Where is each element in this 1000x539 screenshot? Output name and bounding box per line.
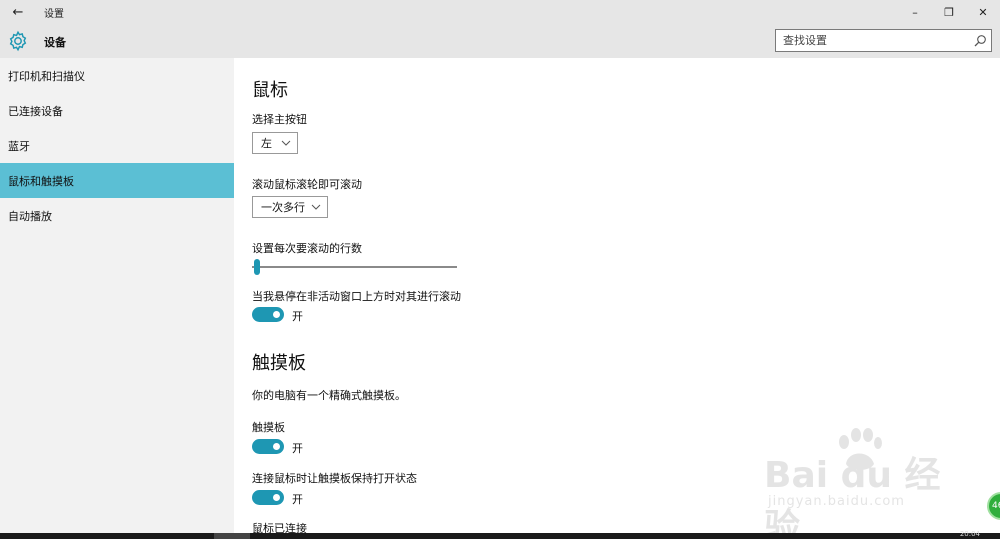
inactive-scroll-toggle[interactable]	[252, 307, 284, 322]
sidebar-item-label: 自动播放	[8, 209, 52, 223]
inactive-scroll-label: 当我悬停在非活动窗口上方时对其进行滚动	[252, 290, 461, 303]
touchpad-heading: 触摸板	[252, 353, 306, 374]
scroll-label: 滚动鼠标滚轮即可滚动	[252, 178, 362, 191]
dropdown-value: 一次多行	[261, 201, 305, 214]
slider-thumb[interactable]	[253, 259, 260, 275]
restore-button[interactable]: ❐	[932, 0, 966, 24]
toggle-knob	[273, 443, 280, 450]
sidebar-item-bluetooth[interactable]: 蓝牙	[0, 128, 234, 163]
sidebar-item-autoplay[interactable]: 自动播放	[0, 198, 234, 233]
lines-slider[interactable]	[252, 258, 457, 276]
search-input[interactable]	[776, 30, 966, 51]
sidebar-item-label: 蓝牙	[8, 139, 30, 153]
sidebar-item-printers[interactable]: 打印机和扫描仪	[0, 58, 234, 93]
toggle-knob	[273, 311, 280, 318]
minimize-button[interactable]: –	[898, 0, 932, 24]
taskbar-app-button[interactable]	[214, 533, 250, 539]
badge-text: 46	[992, 501, 1000, 511]
sidebar-item-label: 鼠标和触摸板	[8, 174, 74, 188]
baidu-watermark: Bai du 经验 jingyan.baidu.com	[764, 428, 954, 539]
sidebar-item-mouse-touchpad[interactable]: 鼠标和触摸板	[0, 163, 234, 198]
watermark-logo-text: Bai du 经验	[764, 455, 941, 539]
taskbar-clock: 20:04	[959, 530, 980, 538]
minimize-icon: –	[912, 5, 918, 19]
lines-label: 设置每次要滚动的行数	[252, 242, 362, 255]
search-icon[interactable]	[973, 34, 987, 48]
back-arrow-icon: ←	[12, 4, 24, 20]
keep-on-toggle[interactable]	[252, 490, 284, 505]
window-title: 设置	[44, 9, 64, 20]
restore-icon: ❐	[944, 5, 954, 19]
touchpad-toggle[interactable]	[252, 439, 284, 454]
sidebar-item-label: 打印机和扫描仪	[8, 69, 85, 83]
back-button[interactable]: ←	[4, 0, 32, 24]
taskbar: 20:04	[0, 530, 1000, 539]
toggle-knob	[273, 494, 280, 501]
keep-on-label: 连接鼠标时让触摸板保持打开状态	[252, 472, 417, 485]
primary-button-label: 选择主按钮	[252, 113, 307, 126]
close-icon: ✕	[978, 5, 988, 19]
page-title: 设备	[44, 36, 66, 49]
close-button[interactable]: ✕	[966, 0, 1000, 24]
touchpad-label: 触摸板	[252, 421, 285, 434]
inactive-scroll-state: 开	[292, 310, 303, 323]
mouse-heading: 鼠标	[252, 80, 288, 101]
keep-on-state: 开	[292, 493, 303, 506]
chevron-down-icon	[311, 204, 321, 210]
watermark-url: jingyan.baidu.com	[768, 494, 905, 509]
search-box[interactable]	[775, 29, 992, 52]
primary-button-dropdown[interactable]: 左	[252, 132, 298, 154]
touchpad-state: 开	[292, 442, 303, 455]
page-header: 设备	[0, 24, 1000, 58]
chevron-down-icon	[281, 140, 291, 146]
slider-track	[252, 266, 457, 268]
scroll-mode-dropdown[interactable]: 一次多行	[252, 196, 328, 218]
title-bar: ← 设置 – ❐ ✕	[0, 0, 1000, 24]
gear-icon	[9, 30, 27, 52]
touchpad-description: 你的电脑有一个精确式触摸板。	[252, 389, 406, 402]
sidebar: 打印机和扫描仪 已连接设备 蓝牙 鼠标和触摸板 自动播放	[0, 58, 234, 533]
sidebar-item-label: 已连接设备	[8, 104, 63, 118]
dropdown-value: 左	[261, 137, 272, 150]
notification-badge[interactable]: 46	[987, 492, 1000, 520]
sidebar-item-connected-devices[interactable]: 已连接设备	[0, 93, 234, 128]
